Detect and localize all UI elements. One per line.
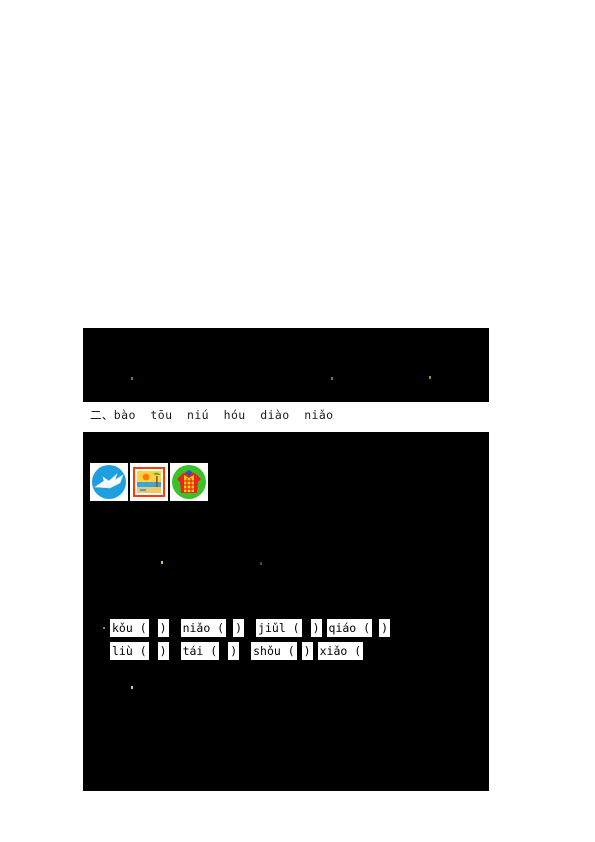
exercise-cell: shǒu ( [251, 642, 297, 660]
cell-gap [168, 619, 181, 637]
exercise-cell: ) [228, 642, 240, 660]
faint-speck [260, 562, 262, 565]
plaid-jacket-icon [170, 463, 208, 501]
exercise-cell: xiǎo ( [317, 642, 364, 660]
exercise-row: · kǒu ( ) niǎo ( ) jiǔl ( ) qiáo ( ) [98, 619, 391, 637]
document-body-upper [83, 328, 489, 402]
cell-gap [301, 619, 311, 637]
exercise-cell: ) [157, 642, 169, 660]
exercise-cell: qiáo ( [326, 619, 373, 637]
exercise-cell: ) [157, 619, 169, 637]
exercise-cell: ) [379, 619, 391, 637]
clipart-icon-row [90, 463, 208, 501]
cell-gap [239, 642, 252, 660]
heading-band: 二、bào tōu niú hóu diào niǎo [83, 402, 489, 432]
faint-speck [331, 377, 333, 380]
exercise-row: liù ( ) tái ( ) shǒu ( ) xiǎo ( [98, 642, 364, 660]
exercise-cell: tái ( [180, 642, 220, 660]
faint-speck [161, 561, 163, 564]
faint-speck [429, 376, 431, 379]
document-page: 二、bào tōu niú hóu diào niǎo · kǒu () ni… [0, 0, 595, 842]
exercise-cell: jiǔl ( [256, 619, 302, 637]
exercise-cell: liù ( [110, 642, 149, 660]
cell-gap [148, 619, 158, 637]
cell-gap [226, 619, 234, 637]
faint-speck [131, 377, 133, 380]
cell-gap [219, 642, 229, 660]
cell-gap [372, 619, 380, 637]
exercise-cell: ) [233, 619, 245, 637]
faint-speck [131, 686, 133, 689]
cell-gap [148, 642, 158, 660]
bird-flying-icon [90, 463, 128, 501]
cell-gap [244, 619, 257, 637]
cell-gap [168, 642, 181, 660]
exercise-cell: ) [301, 642, 313, 660]
exercise-cell: kǒu ( [110, 619, 149, 637]
row-lead-marker: · [100, 621, 108, 635]
exercise-cell: ) [310, 619, 322, 637]
heading-text: 二、bào tōu niú hóu diào niǎo [90, 408, 334, 422]
exercise-cell: niǎo ( [180, 619, 227, 637]
postage-stamp-icon [130, 463, 168, 501]
